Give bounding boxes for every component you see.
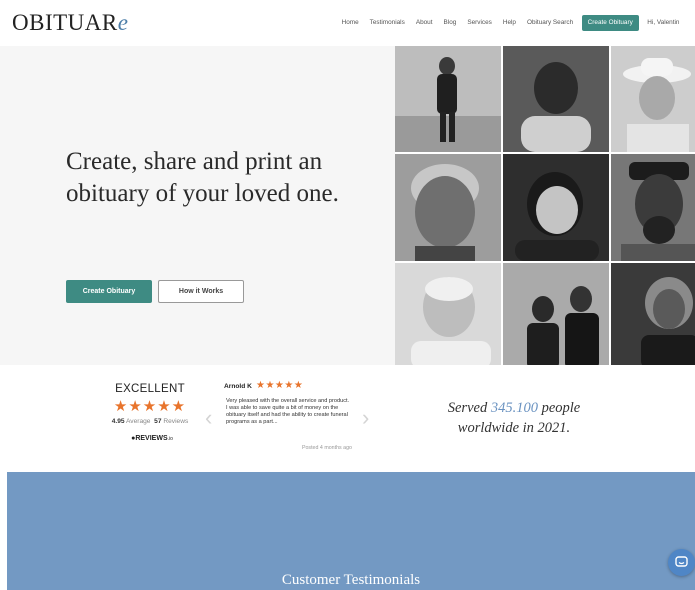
portrait-photo xyxy=(611,46,695,152)
served-line2: worldwide in 2021. xyxy=(457,420,571,436)
nav-item-obituary-search[interactable]: Obituary Search xyxy=(521,15,578,31)
reviewer-name: Arnold K xyxy=(224,383,252,390)
portrait-photo xyxy=(503,154,609,261)
hero-title: Create, share and print an obituary of y… xyxy=(66,148,339,207)
nav-item-blog[interactable]: Blog xyxy=(438,15,462,31)
review-posted-date: Posted 4 months ago xyxy=(301,445,352,451)
average-value: 4.95 xyxy=(111,418,125,425)
portrait-photo xyxy=(395,46,501,152)
nav-item-testimonials[interactable]: Testimonials xyxy=(364,15,410,31)
logo[interactable]: OBITUARe xyxy=(12,10,128,36)
how-it-works-button[interactable]: How it Works xyxy=(158,280,244,303)
reviews-strip: EXCELLENT ★★★★★ 4.95 Average 57 Reviews … xyxy=(0,365,695,472)
portrait-photo xyxy=(395,263,501,369)
served-prefix: Served xyxy=(447,400,491,416)
average-label: Average xyxy=(126,418,151,425)
carousel-prev-icon[interactable]: ‹ xyxy=(205,405,212,431)
chat-widget-button[interactable] xyxy=(668,549,695,576)
nav-item-help[interactable]: Help xyxy=(497,15,521,31)
create-obituary-button[interactable]: Create Obituary xyxy=(66,280,152,303)
site-header: OBITUARe Home Testimonials About Blog Se… xyxy=(0,0,695,46)
hero-section: Create, share and print an obituary of y… xyxy=(0,46,395,365)
portrait-grid xyxy=(395,46,695,369)
nav-item-services[interactable]: Services xyxy=(462,15,498,31)
testimonials-section: Customer Testimonials xyxy=(7,472,695,590)
main-nav: Home Testimonials About Blog Services He… xyxy=(336,15,685,31)
portrait-photo xyxy=(395,154,501,261)
logo-text: OBITUAR xyxy=(12,10,118,35)
reviews-io-suffix: .io xyxy=(167,436,173,442)
nav-user-menu[interactable]: Hi, Valentin xyxy=(642,15,685,31)
review-text: Very pleased with the overall service an… xyxy=(226,398,350,425)
rating-summary: 4.95 Average 57 Reviews xyxy=(94,418,206,425)
portrait-photo xyxy=(503,46,609,152)
rating-word: EXCELLENT xyxy=(115,383,185,395)
served-suffix: people xyxy=(537,400,581,416)
reviewer-stars: ★★★★★ xyxy=(256,380,304,391)
review-count: 57 xyxy=(154,418,162,425)
chat-icon xyxy=(675,556,688,567)
nav-item-home[interactable]: Home xyxy=(336,15,364,31)
carousel-next-icon[interactable]: › xyxy=(362,405,369,431)
portrait-photo xyxy=(611,154,695,261)
nav-item-about[interactable]: About xyxy=(410,15,438,31)
reviews-io-badge[interactable]: ●REVIEWS.io xyxy=(122,432,182,445)
logo-accent: e xyxy=(117,10,129,35)
portrait-photo xyxy=(503,263,609,369)
review-count-label: Reviews xyxy=(163,418,189,425)
reviews-io-name: REVIEWS xyxy=(135,435,168,442)
portrait-photo xyxy=(611,263,695,369)
nav-create-obituary-button[interactable]: Create Obituary xyxy=(581,15,639,31)
served-statistic: Served 345.100 people worldwide in 2021. xyxy=(420,398,608,438)
testimonials-title: Customer Testimonials xyxy=(281,572,421,588)
served-number: 345.100 xyxy=(490,400,538,416)
rating-stars: ★★★★★ xyxy=(113,398,187,415)
